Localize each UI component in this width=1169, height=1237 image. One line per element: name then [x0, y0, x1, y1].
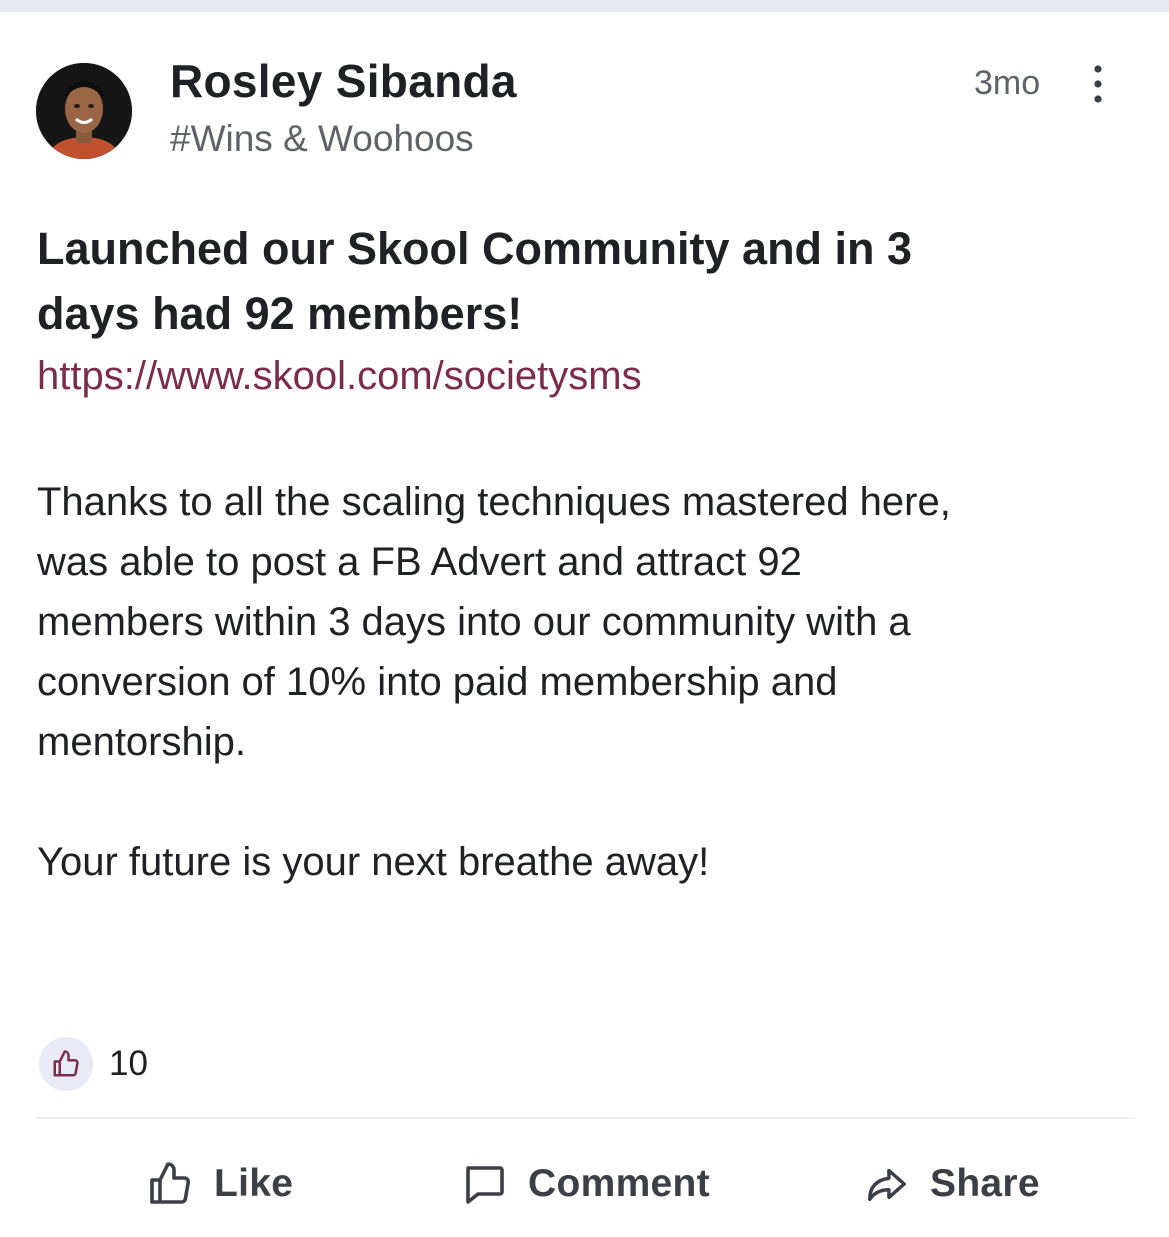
post-category[interactable]: #Wins & Woohoos	[170, 118, 474, 160]
post-body-line-1: Thanks to all the scaling techniques mas…	[37, 480, 951, 524]
avatar[interactable]	[36, 63, 132, 159]
like-count[interactable]: 10	[109, 1044, 148, 1084]
author-name[interactable]: Rosley Sibanda	[170, 54, 517, 108]
post-link[interactable]: https://www.skool.com/societysms	[37, 354, 642, 399]
share-arrow-icon	[868, 1168, 906, 1202]
post-body-line-5: mentorship.	[37, 720, 246, 764]
post-body-line-3: members within 3 days into our community…	[37, 600, 911, 644]
post-title-line-1: Launched our Skool Community and in 3	[37, 223, 913, 274]
post-title-line-2: days had 92 members!	[37, 288, 523, 339]
share-button-label: Share	[930, 1162, 1040, 1205]
post-body: Thanks to all the scaling techniques mas…	[37, 472, 1147, 772]
more-options-button[interactable]	[1080, 64, 1116, 104]
post-title: Launched our Skool Community and in 3 da…	[37, 216, 1077, 346]
post-body-line-4: conversion of 10% into paid membership a…	[37, 660, 838, 704]
comment-button[interactable]: Comment	[460, 1152, 710, 1216]
like-button[interactable]: Like	[146, 1152, 293, 1216]
thumbs-up-icon	[53, 1050, 79, 1077]
top-strip	[0, 0, 1169, 12]
thumbs-up-outline-icon	[150, 1162, 191, 1204]
like-button-label: Like	[214, 1162, 294, 1205]
post-time: 3mo	[974, 64, 1041, 102]
share-button[interactable]: Share	[864, 1152, 1040, 1216]
comment-button-label: Comment	[528, 1162, 710, 1205]
vertical-ellipsis-icon	[1094, 65, 1102, 103]
divider	[36, 1117, 1134, 1119]
post-closing-line: Your future is your next breathe away!	[37, 840, 710, 884]
like-badge[interactable]	[39, 1037, 93, 1091]
speech-bubble-icon	[466, 1166, 504, 1204]
avatar-image	[36, 63, 132, 159]
post-body-line-2: was able to post a FB Advert and attract…	[37, 540, 802, 584]
post-card: Rosley Sibanda #Wins & Woohoos 3mo Launc…	[0, 12, 1169, 1237]
